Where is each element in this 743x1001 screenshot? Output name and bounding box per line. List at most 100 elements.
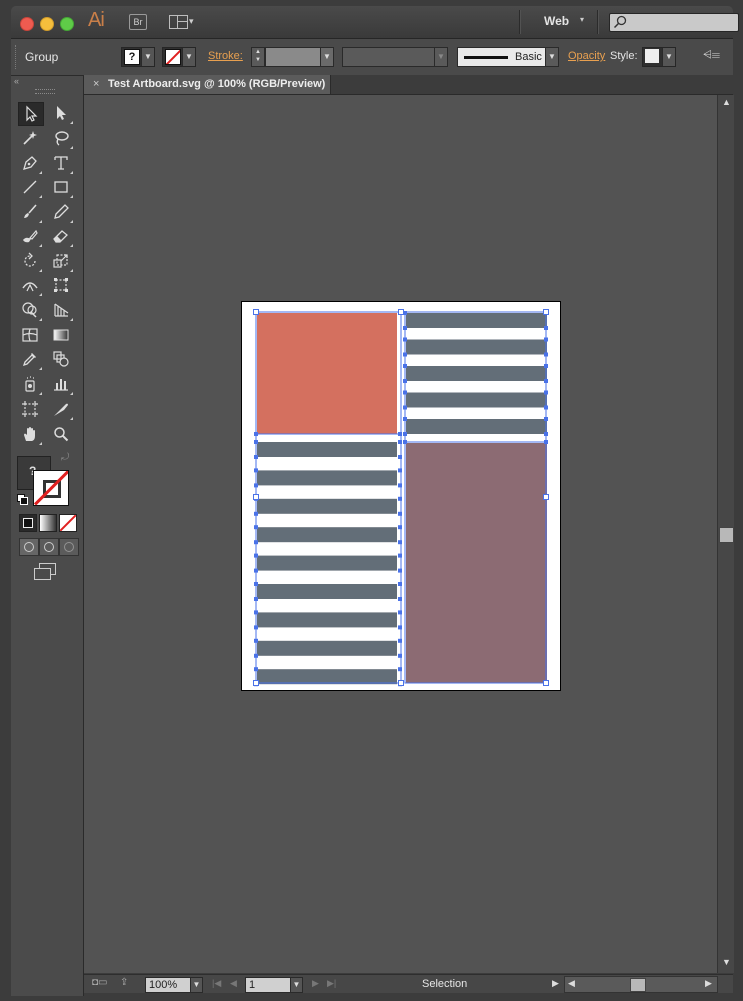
bridge-button[interactable]: Br (129, 14, 147, 30)
panel-grip[interactable] (35, 89, 55, 94)
anchor-point[interactable] (254, 432, 258, 436)
anchor-point[interactable] (254, 568, 258, 573)
zoom-tool[interactable] (49, 423, 73, 445)
symbol-sprayer-tool[interactable] (18, 373, 42, 395)
first-artboard-icon[interactable]: |◀ (212, 978, 221, 989)
arrange-documents-button[interactable]: ▾ (169, 15, 199, 29)
anchor-point[interactable] (398, 511, 402, 516)
anchor-point[interactable] (398, 568, 402, 573)
column-graph-tool[interactable] (49, 373, 73, 395)
chevron-down-icon[interactable]: ▼ (434, 48, 447, 66)
draw-inside-button[interactable] (59, 538, 79, 556)
variable-width-profile-select[interactable]: ▼ (342, 47, 448, 67)
panel-menu-icon[interactable]: ⩤☰ (703, 49, 720, 62)
anchor-point[interactable] (403, 417, 407, 421)
anchor-point[interactable] (398, 432, 402, 436)
anchor-point[interactable] (403, 432, 407, 436)
right-stripe-bar[interactable] (406, 366, 547, 381)
anchor-point[interactable] (403, 337, 407, 342)
vertical-scrollbar[interactable]: ▲ ▼ (717, 95, 734, 973)
anchor-point[interactable] (398, 653, 402, 658)
anchor-point[interactable] (403, 440, 407, 444)
chevron-down-icon[interactable]: ▼ (190, 978, 202, 992)
anchor-point[interactable] (254, 483, 258, 488)
anchor-point[interactable] (403, 364, 407, 368)
anchor-point[interactable] (398, 667, 402, 672)
right-stripe-bar[interactable] (406, 419, 547, 434)
opacity-panel-link[interactable]: Opacity (568, 50, 605, 62)
anchor-point[interactable] (403, 405, 407, 410)
direct-selection-tool[interactable] (49, 102, 73, 124)
previous-artboard-icon[interactable]: ◀ (230, 978, 237, 989)
anchor-point[interactable] (544, 337, 548, 342)
lasso-tool[interactable] (49, 127, 73, 149)
document-tab[interactable]: × Test Artboard.svg @ 100% (RGB/Preview) (84, 75, 331, 94)
anchor-point[interactable] (254, 525, 258, 530)
left-stripe-bar[interactable] (257, 498, 397, 514)
pencil-tool[interactable] (49, 201, 73, 223)
anchor-point[interactable] (403, 379, 407, 383)
scale-tool[interactable] (49, 250, 73, 272)
anchor-point[interactable] (398, 483, 402, 488)
change-screen-mode-button[interactable] (34, 563, 56, 580)
anchor-point[interactable] (398, 610, 402, 615)
draw-normal-button[interactable] (19, 538, 39, 556)
anchor-point[interactable] (254, 468, 258, 473)
gradient-tool[interactable] (49, 324, 73, 346)
anchor-point[interactable] (544, 364, 548, 368)
left-stripe-bar[interactable] (257, 669, 397, 685)
anchor-point[interactable] (398, 597, 402, 601)
eyedropper-tool[interactable] (18, 348, 42, 370)
anchor-point[interactable] (398, 496, 402, 501)
anchor-point[interactable] (254, 440, 258, 444)
default-fill-stroke-icon[interactable] (17, 494, 28, 505)
zoom-level-field[interactable]: 100% ▼ (145, 977, 203, 993)
anchor-point[interactable] (254, 597, 258, 601)
bounding-box-handle[interactable] (253, 494, 259, 500)
horizontal-scrollbar[interactable]: ◀ ▶ (564, 976, 718, 993)
anchor-point[interactable] (254, 553, 258, 558)
scroll-right-icon[interactable]: ▶ (705, 978, 712, 989)
eraser-tool[interactable] (49, 225, 73, 247)
left-stripe-bar[interactable] (257, 640, 397, 656)
anchor-point[interactable] (544, 390, 548, 395)
anchor-point[interactable] (254, 625, 258, 630)
stroke-weight-stepper[interactable]: ▲ ▼ (251, 47, 265, 67)
vertical-scroll-thumb[interactable] (719, 527, 734, 543)
chevron-down-icon[interactable]: ▼ (662, 48, 675, 66)
blend-tool[interactable] (49, 348, 73, 370)
line-segment-tool[interactable] (18, 176, 42, 198)
anchor-point[interactable] (254, 653, 258, 658)
anchor-point[interactable] (544, 352, 548, 357)
anchor-point[interactable] (254, 455, 258, 459)
bounding-box-handle[interactable] (398, 309, 404, 315)
anchor-point[interactable] (254, 582, 258, 586)
right-stripe-bar[interactable] (406, 313, 547, 328)
selection-tool[interactable] (18, 102, 44, 126)
horizontal-scroll-thumb[interactable] (630, 978, 646, 992)
left-stripe-bar[interactable] (257, 527, 397, 543)
anchor-point[interactable] (398, 582, 402, 586)
rectangle-tool[interactable] (49, 176, 73, 198)
free-transform-tool[interactable] (49, 274, 73, 296)
status-text[interactable]: Selection (422, 978, 467, 990)
close-icon[interactable]: × (93, 78, 99, 90)
anchor-point[interactable] (254, 610, 258, 615)
slice-tool[interactable] (49, 398, 73, 420)
graphic-style-swatch[interactable]: ▼ (642, 47, 676, 67)
paintbrush-tool[interactable] (18, 201, 42, 223)
artboard[interactable] (241, 301, 561, 691)
brush-definition-select[interactable]: Basic ▼ (457, 47, 559, 67)
width-tool[interactable] (18, 274, 42, 296)
blob-brush-tool[interactable] (18, 225, 42, 247)
type-tool[interactable] (49, 152, 73, 174)
zoom-window-button[interactable] (60, 17, 74, 31)
bounding-box-handle[interactable] (543, 680, 549, 686)
workspace-switcher[interactable]: Web (544, 14, 569, 28)
chevron-down-icon[interactable]: ▾ (580, 15, 584, 24)
scroll-left-icon[interactable]: ◀ (568, 978, 575, 989)
pen-tool[interactable] (18, 152, 42, 174)
panel-grip[interactable] (15, 45, 18, 69)
artwork[interactable] (242, 302, 560, 690)
artboard-tool[interactable] (18, 398, 42, 420)
